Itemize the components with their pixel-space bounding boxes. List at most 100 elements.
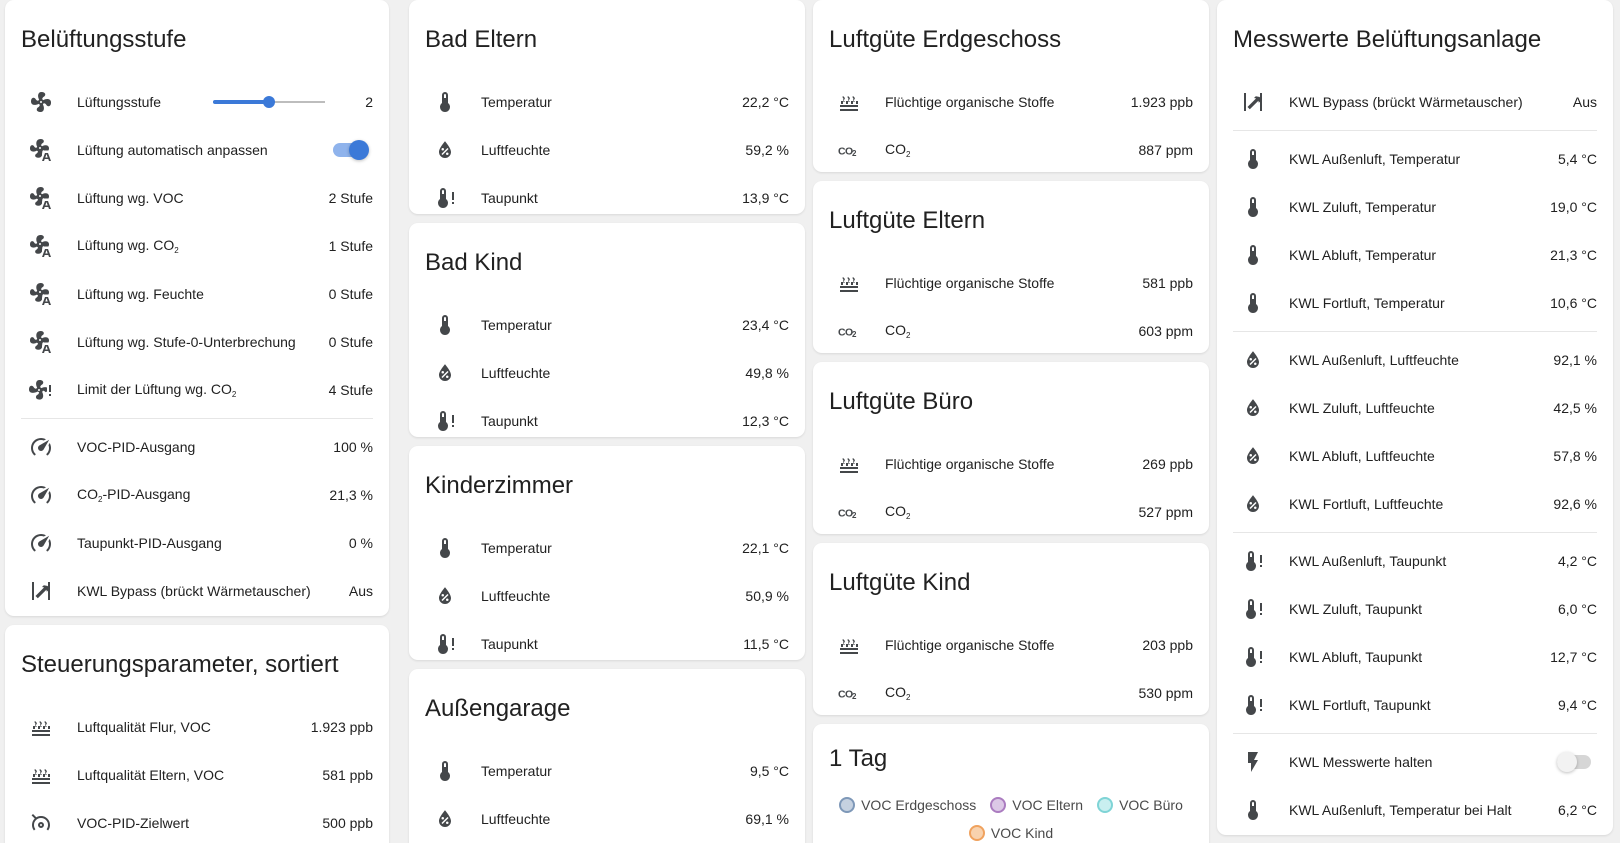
bypass-row[interactable]: KWL Bypass (brückt Wärmetauscher) Aus (21, 567, 373, 615)
fan-speed-row: Lüftungsstufe 2 (21, 78, 373, 126)
subscript: 2 (906, 512, 911, 521)
fan-auto-icon (21, 330, 61, 354)
voc-pid-value: 100 % (333, 439, 373, 455)
temperature-label: KWL Zuluft, Temperatur (1289, 199, 1437, 215)
temperature-label: KWL Abluft, Temperatur (1289, 247, 1437, 263)
hold-temp-row[interactable]: KWL Außenluft, Temperatur bei Halt 6,2 °… (1233, 786, 1597, 834)
co2-stage-label: Lüftung wg. CO2 (61, 237, 329, 255)
limit-co2-label: Limit der Lüftung wg. CO2 (61, 381, 329, 399)
co2-value: 603 ppm (1138, 323, 1193, 339)
dewpoint-row[interactable]: Taupunkt 12,3 °C (425, 397, 789, 437)
voc-row[interactable]: Flüchtige organische Stoffe 203 ppb (829, 621, 1193, 669)
temperature-row[interactable]: Temperatur 9,5 °C (425, 747, 789, 795)
legend-label: VOC Kind (990, 825, 1054, 841)
voc-row[interactable]: Flüchtige organische Stoffe 1.923 ppb (829, 78, 1193, 126)
dewpoint-row[interactable]: KWL Fortluft, Taupunkt 9,4 °C (1233, 681, 1597, 729)
temperature-row[interactable]: Temperatur 22,2 °C (425, 78, 789, 126)
dew-pid-row[interactable]: Taupunkt-PID-Ausgang 0 % (21, 519, 373, 567)
dewpoint-row[interactable]: KWL Außenluft, Taupunkt 4,2 °C (1233, 537, 1597, 585)
param-row[interactable]: Luftqualität Flur, VOC 1.923 ppb (21, 703, 373, 751)
param-row[interactable]: VOC-PID-Zielwert 500 ppb (21, 799, 373, 843)
thermometer-icon (1233, 147, 1273, 171)
humidity-row[interactable]: Luftfeuchte 69,1 % (425, 795, 789, 843)
temperature-value: 22,1 °C (742, 540, 789, 556)
temperature-row[interactable]: Temperatur 22,1 °C (425, 524, 789, 572)
auto-adjust-toggle[interactable] (333, 138, 369, 162)
co2-label: CO2 (869, 322, 1139, 340)
humidity-row[interactable]: Luftfeuchte 50,9 % (425, 572, 789, 620)
humidity-label: KWL Fortluft, Luftfeuchte (1289, 496, 1444, 512)
voc-stage-row[interactable]: Lüftung wg. VOC 2 Stufe (21, 174, 373, 222)
card-title: Luftgüte Büro (829, 388, 974, 415)
voc-pid-row[interactable]: VOC-PID-Ausgang 100 % (21, 423, 373, 471)
co2-pid-label: CO2-PID-Ausgang (61, 486, 329, 504)
humidity-row[interactable]: Luftfeuchte 49,8 % (425, 349, 789, 397)
dewpoint-row[interactable]: KWL Abluft, Taupunkt 12,7 °C (1233, 633, 1597, 681)
temperature-row[interactable]: KWL Zuluft, Temperatur 19,0 °C (1233, 183, 1597, 231)
legend-item[interactable]: VOC Büro (1097, 792, 1183, 818)
gauge-icon (21, 531, 61, 555)
bypass-icon (21, 579, 61, 603)
fan-auto-icon (21, 234, 61, 258)
humidity-label: KWL Abluft, Luftfeuchte (1289, 448, 1435, 464)
co2-icon (829, 500, 869, 524)
humidity-value: 69,1 % (745, 811, 789, 827)
humidity-stage-row[interactable]: Lüftung wg. Feuchte 0 Stufe (21, 270, 373, 318)
stage0-row[interactable]: Lüftung wg. Stufe-0-Unterbrechung 0 Stuf… (21, 318, 373, 366)
thermometer-icon (1233, 243, 1273, 267)
hold-toggle[interactable] (1557, 750, 1593, 774)
legend-item[interactable]: VOC Kind (968, 820, 1054, 843)
card-luftguete-erdgeschoss: Luftgüte Erdgeschoss Flüchtige organisch… (813, 0, 1209, 172)
co2-value: 527 ppm (1138, 504, 1193, 520)
co2-row[interactable]: CO2 887 ppm (829, 126, 1193, 172)
co2-pid-row[interactable]: CO2-PID-Ausgang 21,3 % (21, 471, 373, 519)
temperature-row[interactable]: KWL Fortluft, Temperatur 10,6 °C (1233, 279, 1597, 327)
thermometer-alert-icon (425, 632, 465, 656)
water-percent-icon (1233, 492, 1273, 516)
card-bad-kind: Bad Kind Temperatur 23,4 °C Luftfeuchte … (409, 223, 805, 437)
card-title: Luftgüte Eltern (829, 207, 986, 234)
gauge-icon (21, 483, 61, 507)
co2-row[interactable]: CO2 603 ppm (829, 307, 1193, 353)
voc-icon (829, 633, 869, 657)
voc-value: 269 ppb (1142, 456, 1193, 472)
thermometer-icon (1233, 291, 1273, 315)
co2-row[interactable]: CO2 527 ppm (829, 488, 1193, 534)
slider-thumb[interactable] (263, 96, 276, 108)
humidity-row[interactable]: KWL Außenluft, Luftfeuchte 92,1 % (1233, 336, 1597, 384)
temperature-value: 5,4 °C (1557, 151, 1597, 167)
co2-row[interactable]: CO2 530 ppm (829, 669, 1193, 715)
humidity-value: 42,5 % (1553, 400, 1597, 416)
legend-item[interactable]: VOC Erdgeschoss (839, 792, 976, 818)
temperature-row[interactable]: KWL Außenluft, Temperatur 5,4 °C (1233, 135, 1597, 183)
co2-icon (829, 138, 869, 162)
param-label: VOC-PID-Zielwert (77, 815, 190, 831)
temperature-label: KWL Fortluft, Temperatur (1289, 295, 1445, 311)
limit-co2-row[interactable]: Limit der Lüftung wg. CO2 4 Stufe (21, 366, 373, 414)
legend-item[interactable]: VOC Eltern (990, 792, 1083, 818)
dewpoint-row[interactable]: Taupunkt 11,5 °C (425, 620, 789, 660)
humidity-row[interactable]: KWL Fortluft, Luftfeuchte 92,6 % (1233, 480, 1597, 528)
co2-label: CO2 (869, 684, 1139, 702)
dewpoint-label: KWL Abluft, Taupunkt (1289, 649, 1423, 665)
bypass-label: KWL Bypass (brückt Wärmetauscher) (1289, 94, 1523, 110)
temperature-row[interactable]: Temperatur 23,4 °C (425, 301, 789, 349)
param-row[interactable]: Luftqualität Eltern, VOC 581 ppb (21, 751, 373, 799)
voc-row[interactable]: Flüchtige organische Stoffe 581 ppb (829, 259, 1193, 307)
dewpoint-row[interactable]: KWL Zuluft, Taupunkt 6,0 °C (1233, 585, 1597, 633)
slider-fill (213, 100, 270, 104)
humidity-row[interactable]: Luftfeuchte 59,2 % (425, 126, 789, 174)
humidity-row[interactable]: KWL Zuluft, Luftfeuchte 42,5 % (1233, 384, 1597, 432)
hold-label: KWL Messwerte halten (1289, 754, 1433, 770)
co2-stage-row[interactable]: Lüftung wg. CO2 1 Stufe (21, 222, 373, 270)
dewpoint-row[interactable]: Taupunkt 13,9 °C (425, 174, 789, 214)
thermometer-icon (425, 536, 465, 560)
voc-row[interactable]: Flüchtige organische Stoffe 269 ppb (829, 440, 1193, 488)
bypass-row[interactable]: KWL Bypass (brückt Wärmetauscher) Aus (1233, 78, 1597, 126)
humidity-row[interactable]: KWL Abluft, Luftfeuchte 57,8 % (1233, 432, 1597, 480)
co2-stage-label-text: Lüftung wg. CO (77, 237, 175, 253)
temperature-row[interactable]: KWL Abluft, Temperatur 21,3 °C (1233, 231, 1597, 279)
fan-speed-slider[interactable] (213, 90, 326, 114)
toggle-knob (349, 140, 369, 160)
card-title: Steuerungsparameter, sortiert (21, 651, 339, 678)
